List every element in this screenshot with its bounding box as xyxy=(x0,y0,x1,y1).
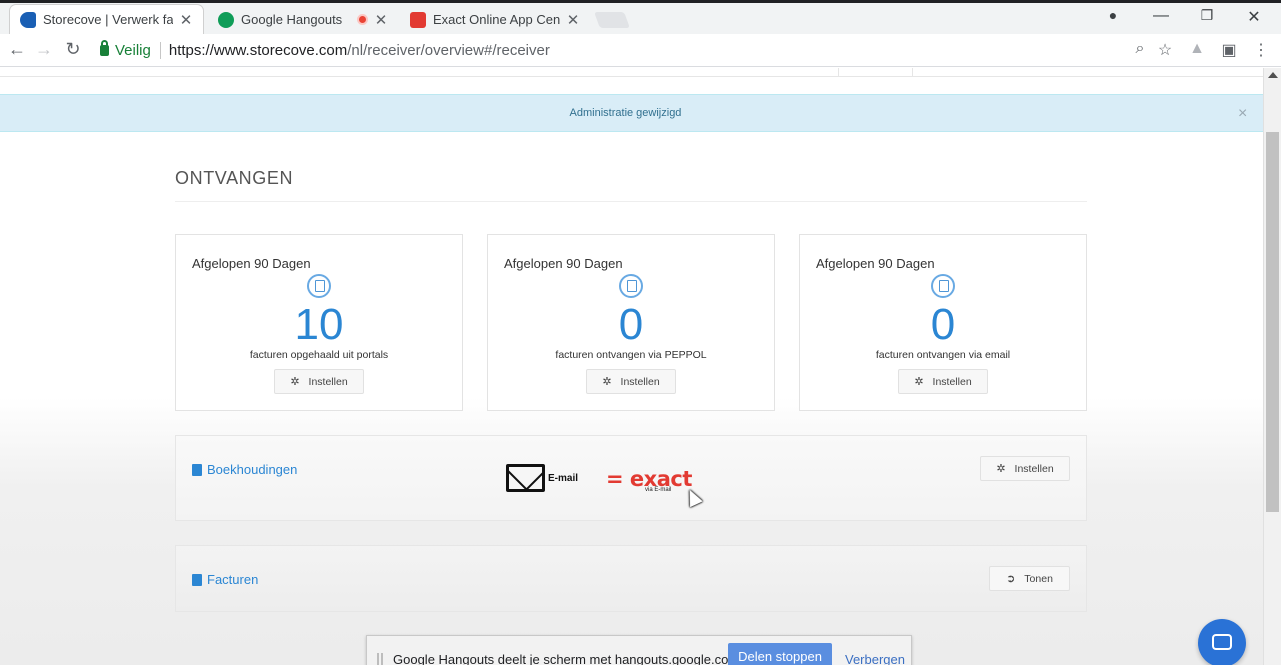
stat-count: 0 xyxy=(618,300,644,349)
tab-strip: Storecove | Verwerk factu ✕ Google Hango… xyxy=(0,0,1281,34)
extension-icon[interactable]: ▣ xyxy=(1219,40,1239,60)
email-logo-label: E-mail xyxy=(548,472,579,484)
forward-icon[interactable]: → xyxy=(33,39,55,60)
stat-card-peppol: Afgelopen 90 Dagen 0 facturen ontvangen … xyxy=(487,234,775,411)
close-window-button[interactable]: ✕ xyxy=(1239,7,1269,27)
stat-card-email: Afgelopen 90 Dagen 0 facturen ontvangen … xyxy=(799,234,1087,411)
reload-icon[interactable]: ↻ xyxy=(62,39,84,60)
back-icon[interactable]: ← xyxy=(6,39,28,60)
button-label: Instellen xyxy=(308,375,348,388)
facturen-link[interactable]: Facturen xyxy=(192,572,258,587)
stat-caption: facturen ontvangen via PEPPOL xyxy=(555,349,707,361)
stat-caption: facturen opgehaald uit portals xyxy=(249,349,389,361)
divider xyxy=(175,201,1087,202)
hide-button[interactable]: Verbergen xyxy=(845,652,905,665)
divider xyxy=(159,42,161,59)
stat-count: 0 xyxy=(930,300,956,349)
tab-title: Storecove | Verwerk factu xyxy=(43,12,173,27)
email-logo: E-mail xyxy=(506,464,578,492)
invoice-euro-icon xyxy=(931,274,955,298)
stat-heading: Afgelopen 90 Dagen xyxy=(816,256,935,271)
exact-favicon-icon xyxy=(410,11,426,28)
stat-card-portals: Afgelopen 90 Dagen 10 facturen opgehaald… xyxy=(175,234,463,411)
minimize-button[interactable]: — xyxy=(1146,7,1176,25)
instellen-button[interactable]: ✲ Instellen xyxy=(586,369,676,394)
invoice-euro-icon xyxy=(619,274,643,298)
drag-handle-icon[interactable] xyxy=(377,653,383,665)
alert-message: Administratie gewijzigd xyxy=(569,107,682,119)
vertical-scrollbar[interactable] xyxy=(1263,68,1281,665)
stop-sharing-button[interactable]: Delen stoppen xyxy=(728,643,832,665)
drive-extension-icon[interactable]: ▲ xyxy=(1187,40,1207,58)
alert-close-icon[interactable]: × xyxy=(1238,105,1247,123)
menu-icon[interactable]: ⋮ xyxy=(1251,40,1271,60)
lock-icon xyxy=(100,40,109,56)
share-message: Google Hangouts deelt je scherm met hang… xyxy=(393,652,743,665)
url-text: https://www.storecove.com/nl/receiver/ov… xyxy=(169,42,550,59)
tonen-button[interactable]: ➲ Tonen xyxy=(989,566,1070,591)
facturen-panel: Facturen ➲ Tonen xyxy=(175,545,1087,612)
address-bar[interactable]: Veilig https://www.storecove.com/nl/rece… xyxy=(92,38,1182,63)
divider xyxy=(838,68,839,77)
button-label: Instellen xyxy=(932,375,972,388)
page-content: Administratie gewijzigd × ONTVANGEN Afge… xyxy=(0,68,1263,665)
invoice-euro-icon xyxy=(307,274,331,298)
envelope-icon xyxy=(506,464,545,492)
chat-launcher-button[interactable] xyxy=(1198,619,1246,665)
hangouts-favicon-icon xyxy=(218,11,234,28)
gear-icon: ✲ xyxy=(602,376,612,388)
url-host: https://www.storecove.com xyxy=(168,42,348,59)
restore-button[interactable]: ❐ xyxy=(1192,7,1222,24)
success-alert: Administratie gewijzigd × xyxy=(0,94,1263,132)
gear-icon: ✲ xyxy=(914,376,924,388)
gear-icon: ✲ xyxy=(290,376,300,388)
gear-icon: ✲ xyxy=(996,463,1006,475)
security-label: Veilig xyxy=(115,42,151,59)
boekhoudingen-panel: Boekhoudingen E-mail = exact via E-mail … xyxy=(175,435,1087,521)
button-label: Instellen xyxy=(620,375,660,388)
section-title: ONTVANGEN xyxy=(175,168,294,188)
new-tab-button[interactable] xyxy=(594,12,630,28)
top-navigation xyxy=(0,68,1263,77)
scroll-up-icon[interactable] xyxy=(1268,72,1278,78)
stat-count: 10 xyxy=(294,300,344,349)
browser-toolbar: ← → ↻ Veilig https://www.storecove.com/n… xyxy=(0,34,1281,67)
screen-share-bar: Google Hangouts deelt je scherm met hang… xyxy=(366,635,912,665)
stat-caption: facturen ontvangen via email xyxy=(875,349,1011,361)
file-icon xyxy=(192,573,202,586)
panel-title: Boekhoudingen xyxy=(207,462,298,477)
tab-title: Exact Online App Center xyxy=(433,12,560,27)
divider xyxy=(912,68,913,77)
button-label: Tonen xyxy=(1024,572,1053,585)
tab-title: Google Hangouts xyxy=(241,12,343,27)
circle-arrow-icon: ➲ xyxy=(1006,573,1016,585)
url-path: /nl/receiver/overview#/receiver xyxy=(347,42,550,59)
exact-logo: = exact via E-mail xyxy=(606,467,692,493)
scrollbar-thumb[interactable] xyxy=(1266,132,1279,512)
instellen-button[interactable]: ✲ Instellen xyxy=(274,369,364,394)
bookmark-star-icon[interactable]: ☆ xyxy=(1155,40,1175,60)
close-tab-icon[interactable]: ✕ xyxy=(374,11,388,29)
instellen-button[interactable]: ✲ Instellen xyxy=(980,456,1070,481)
panel-title: Facturen xyxy=(207,572,259,587)
tab-storecove[interactable]: Storecove | Verwerk factu ✕ xyxy=(10,5,203,34)
close-tab-icon[interactable]: ✕ xyxy=(566,11,580,29)
instellen-button[interactable]: ✲ Instellen xyxy=(898,369,988,394)
close-tab-icon[interactable]: ✕ xyxy=(179,11,193,29)
profile-icon[interactable]: ● xyxy=(1098,7,1128,23)
tab-exact[interactable]: Exact Online App Center ✕ xyxy=(400,5,590,34)
zoom-icon[interactable]: ⌕ xyxy=(1130,40,1150,58)
stat-heading: Afgelopen 90 Dagen xyxy=(192,256,311,271)
chat-icon xyxy=(1212,634,1232,650)
user-book-icon xyxy=(192,463,202,476)
exact-logo-sub: via E-mail xyxy=(645,487,672,493)
stat-heading: Afgelopen 90 Dagen xyxy=(504,256,623,271)
boekhoudingen-link[interactable]: Boekhoudingen xyxy=(192,462,297,477)
button-label: Instellen xyxy=(1014,462,1054,475)
storecove-favicon-icon xyxy=(20,11,36,28)
recording-indicator-icon xyxy=(357,14,368,25)
tab-hangouts[interactable]: Google Hangouts ✕ xyxy=(208,5,398,34)
